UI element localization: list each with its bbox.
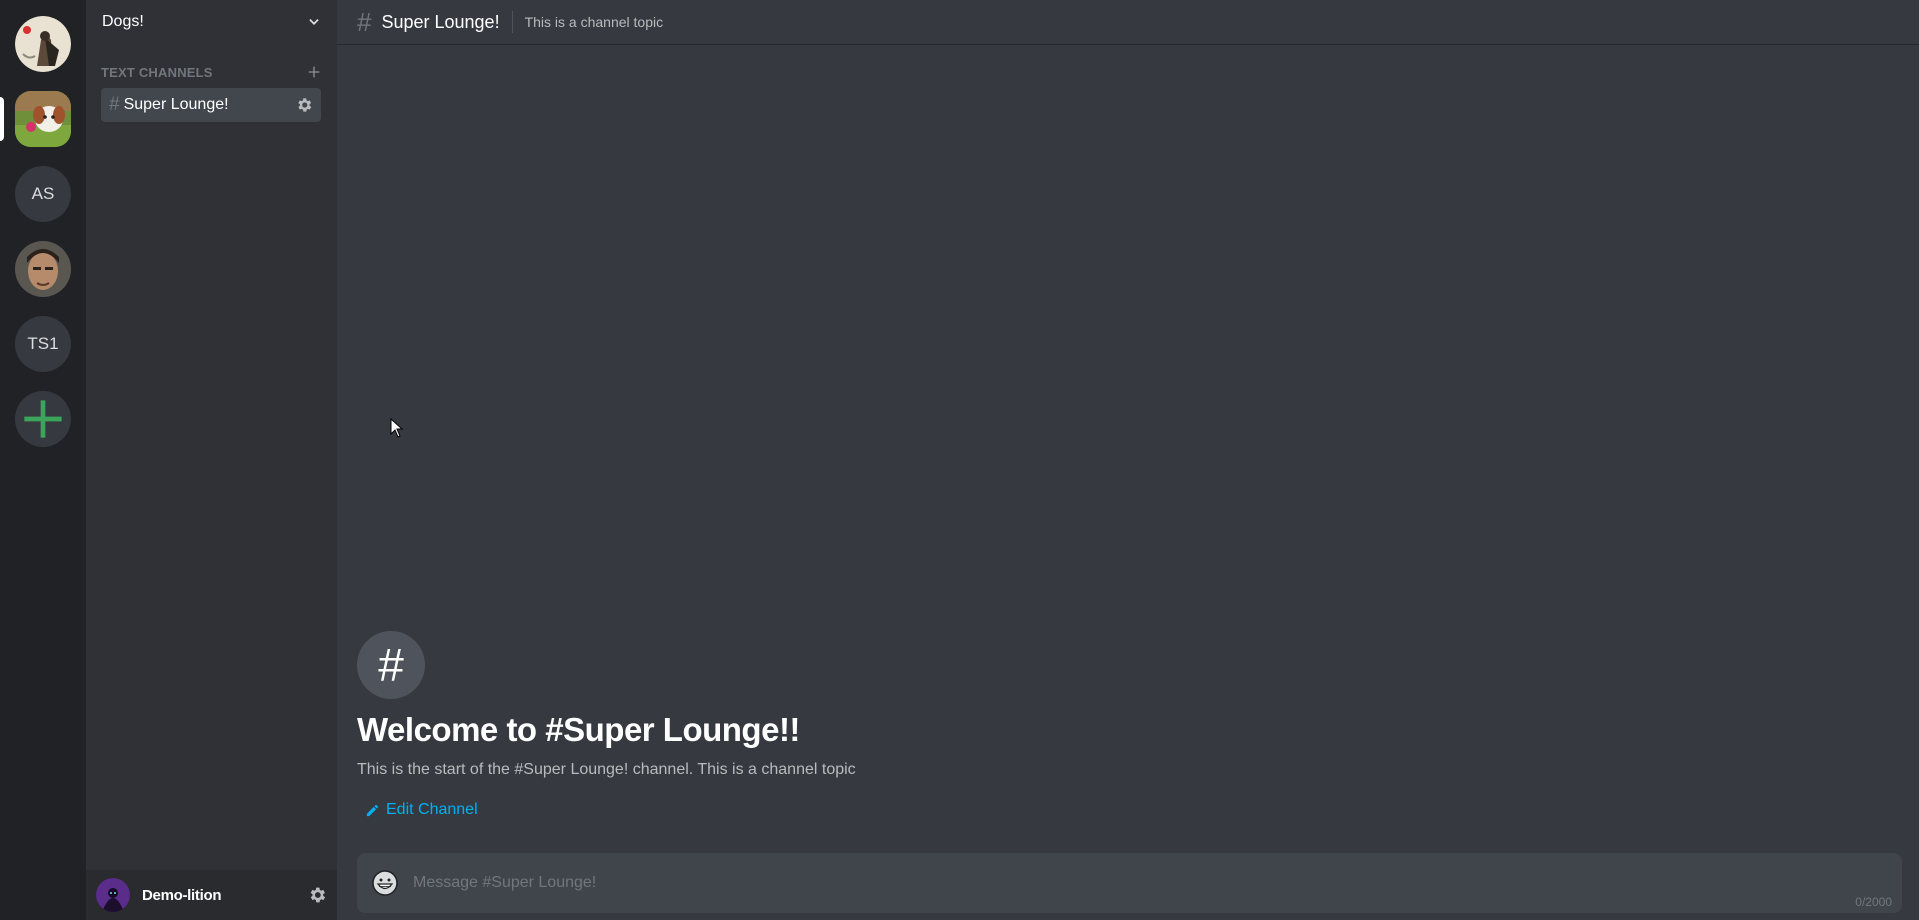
channel-sidebar: Dogs! TEXT CHANNELS # Super Lounge! Demo… [86, 0, 337, 920]
gear-icon[interactable] [307, 885, 327, 905]
channel-title: Super Lounge! [381, 11, 500, 32]
channel-item-super-lounge[interactable]: # Super Lounge! [101, 88, 321, 122]
pencil-icon [366, 804, 379, 816]
welcome-subtitle: This is the start of the #Super Lounge! … [357, 761, 856, 778]
hash-icon: # [109, 94, 120, 115]
edit-channel-link[interactable]: Edit Channel [365, 801, 856, 819]
server-icon-4[interactable] [15, 241, 71, 297]
guild-header[interactable]: Dogs! [86, 0, 337, 44]
server-4-portrait-image [15, 241, 71, 297]
username: Demo-lition [142, 886, 222, 904]
welcome-section: # Welcome to #Super Lounge!! This is the… [357, 631, 856, 819]
message-composer: 0/2000 [357, 853, 1902, 913]
header-divider [511, 11, 513, 33]
category-label: TEXT CHANNELS [101, 65, 213, 80]
chat-area: # Super Lounge! This is a channel topic … [337, 0, 1919, 920]
server-icon-as[interactable]: AS [15, 166, 71, 222]
gear-icon[interactable] [295, 96, 313, 114]
server-icon-2[interactable] [15, 91, 71, 147]
active-server-indicator [0, 97, 4, 141]
add-server-button[interactable] [15, 391, 71, 447]
character-counter: 0/2000 [1855, 895, 1892, 909]
message-input[interactable] [411, 873, 1888, 893]
avatar[interactable] [96, 878, 130, 912]
add-channel-button[interactable] [306, 64, 322, 81]
server-icon-1[interactable] [15, 16, 71, 72]
plus-icon [24, 400, 62, 438]
server-icon-ts1[interactable]: TS1 [15, 316, 71, 372]
chevron-down-icon [309, 19, 319, 25]
server-initials: TS1 [27, 334, 59, 353]
server-2-dog-image [15, 91, 71, 147]
app-window: AS TS1 Dogs! TEXT CHANNELS # Super Loung… [0, 0, 1919, 920]
channel-topic: This is a channel topic [524, 14, 664, 30]
welcome-title: Welcome to #Super Lounge!! [357, 711, 800, 748]
plus-icon [308, 66, 320, 78]
server-1-image [15, 16, 71, 72]
user-panel: Demo-lition [86, 870, 337, 920]
category-text-channels: TEXT CHANNELS [101, 64, 322, 81]
hash-icon: # [357, 631, 425, 699]
server-rail: AS TS1 [0, 0, 86, 920]
channel-header: # Super Lounge! This is a channel topic [337, 0, 1919, 45]
mouse-cursor-icon [390, 418, 404, 438]
edit-channel-label: Edit Channel [386, 801, 478, 818]
server-initials: AS [31, 184, 55, 203]
hash-icon: # [357, 7, 372, 37]
guild-name: Dogs! [102, 13, 144, 30]
grinning-face-icon[interactable] [371, 869, 399, 897]
channel-name: Super Lounge! [123, 96, 229, 113]
